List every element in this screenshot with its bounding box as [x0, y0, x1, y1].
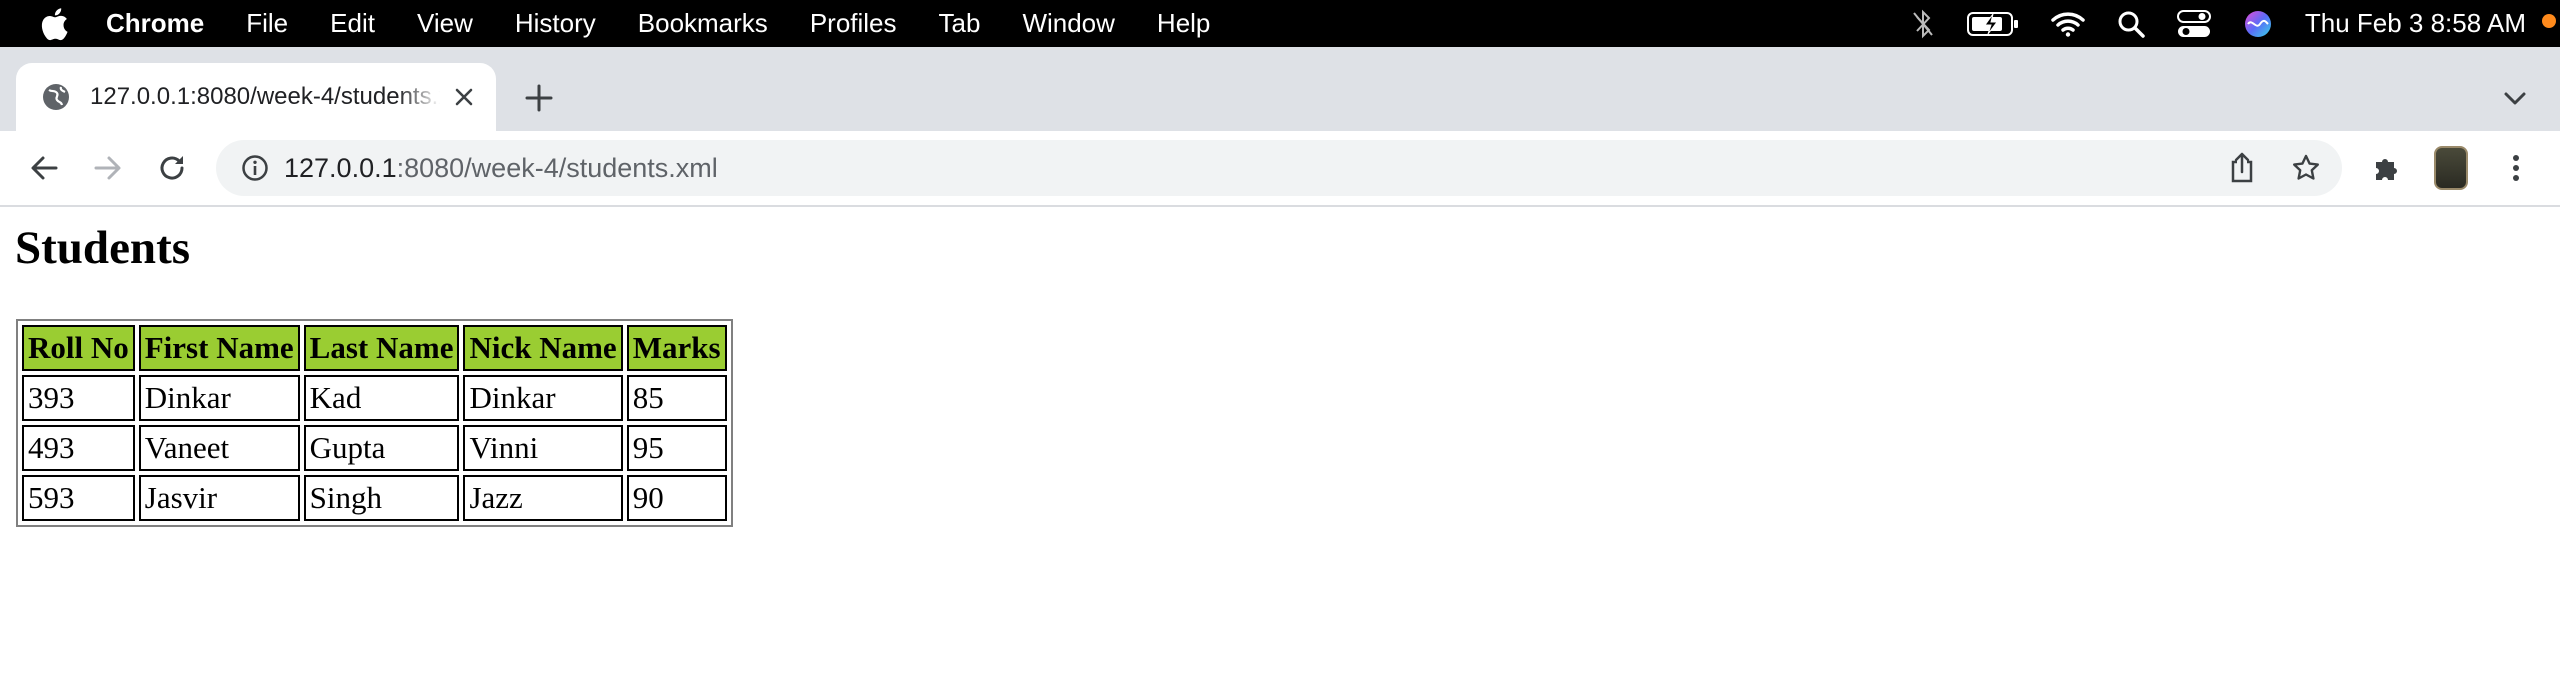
share-icon[interactable] — [2226, 152, 2258, 184]
tab-title: 127.0.0.1:8080/week-4/students.xml — [90, 83, 440, 110]
cell-first-name: Dinkar — [138, 375, 300, 421]
table-header-row: Roll No First Name Last Name Nick Name M… — [22, 325, 727, 371]
cell-last-name: Singh — [303, 475, 460, 521]
more-menu-icon[interactable] — [2498, 150, 2534, 186]
cell-roll-no: 393 — [22, 375, 135, 421]
spotlight-search-icon[interactable] — [2117, 10, 2145, 38]
column-header-marks: Marks — [626, 325, 727, 371]
cell-first-name: Jasvir — [138, 475, 300, 521]
cell-last-name: Kad — [303, 375, 460, 421]
tab-students[interactable]: 127.0.0.1:8080/week-4/students.xml — [16, 63, 496, 131]
menu-edit[interactable]: Edit — [330, 8, 375, 39]
cell-nick-name: Dinkar — [463, 375, 623, 421]
cell-marks: 85 — [626, 375, 727, 421]
forward-arrow-icon[interactable] — [90, 150, 126, 186]
menu-profiles[interactable]: Profiles — [810, 8, 897, 39]
globe-icon — [40, 81, 72, 113]
page-title: Students — [15, 222, 191, 274]
menu-view[interactable]: View — [417, 8, 473, 39]
menu-bookmarks[interactable]: Bookmarks — [638, 8, 768, 39]
students-table: Roll No First Name Last Name Nick Name M… — [16, 319, 733, 527]
notification-dot — [2542, 14, 2556, 28]
macos-menu-bar: Chrome File Edit View History Bookmarks … — [0, 0, 2560, 47]
cell-marks: 90 — [626, 475, 727, 521]
table-row: 393 Dinkar Kad Dinkar 85 — [22, 375, 727, 421]
tab-search-chevron-icon[interactable] — [2500, 83, 2530, 113]
bookmark-star-icon[interactable] — [2290, 152, 2322, 184]
siri-icon[interactable] — [2243, 9, 2273, 39]
menu-history[interactable]: History — [515, 8, 596, 39]
menu-tab[interactable]: Tab — [939, 8, 981, 39]
back-arrow-icon[interactable] — [26, 150, 62, 186]
menu-help[interactable]: Help — [1157, 8, 1210, 39]
table-row: 593 Jasvir Singh Jazz 90 — [22, 475, 727, 521]
cell-roll-no: 593 — [22, 475, 135, 521]
cell-roll-no: 493 — [22, 425, 135, 471]
column-header-roll-no: Roll No — [22, 325, 135, 371]
menubar-clock[interactable]: Thu Feb 3 8:58 AM — [2305, 8, 2526, 39]
column-header-last-name: Last Name — [303, 325, 460, 371]
cell-first-name: Vaneet — [138, 425, 300, 471]
address-bar[interactable]: 127.0.0.1:8080/week-4/students.xml — [216, 140, 2342, 196]
control-center-icon[interactable] — [2176, 9, 2211, 38]
column-header-nick-name: Nick Name — [463, 325, 623, 371]
menu-window[interactable]: Window — [1022, 8, 1114, 39]
menubar-status-area: Thu Feb 3 8:58 AM — [1911, 0, 2560, 47]
profile-avatar[interactable] — [2434, 146, 2468, 190]
cell-nick-name: Vinni — [463, 425, 623, 471]
cell-nick-name: Jazz — [463, 475, 623, 521]
tab-strip: 127.0.0.1:8080/week-4/students.xml — [0, 47, 2560, 131]
new-tab-plus-icon[interactable] — [522, 81, 556, 115]
table-row: 493 Vaneet Gupta Vinni 95 — [22, 425, 727, 471]
menu-app-chrome[interactable]: Chrome — [106, 8, 204, 39]
reload-icon[interactable] — [154, 150, 190, 186]
column-header-first-name: First Name — [138, 325, 300, 371]
bluetooth-off-icon[interactable] — [1911, 9, 1935, 39]
site-info-icon[interactable] — [240, 153, 270, 183]
battery-charging-icon[interactable] — [1966, 11, 2019, 37]
url-host: 127.0.0.1 — [284, 152, 397, 183]
extensions-puzzle-icon[interactable] — [2368, 150, 2404, 186]
apple-icon[interactable] — [34, 4, 74, 44]
url-text[interactable]: 127.0.0.1:8080/week-4/students.xml — [284, 153, 718, 184]
wifi-icon[interactable] — [2051, 11, 2085, 37]
cell-last-name: Gupta — [303, 425, 460, 471]
close-icon[interactable] — [452, 85, 476, 109]
menu-file[interactable]: File — [246, 8, 288, 39]
cell-marks: 95 — [626, 425, 727, 471]
browser-toolbar: 127.0.0.1:8080/week-4/students.xml — [0, 131, 2560, 207]
url-path: :8080/week-4/students.xml — [396, 152, 718, 183]
page-content: Students Roll No First Name Last Name Ni… — [0, 207, 2560, 690]
